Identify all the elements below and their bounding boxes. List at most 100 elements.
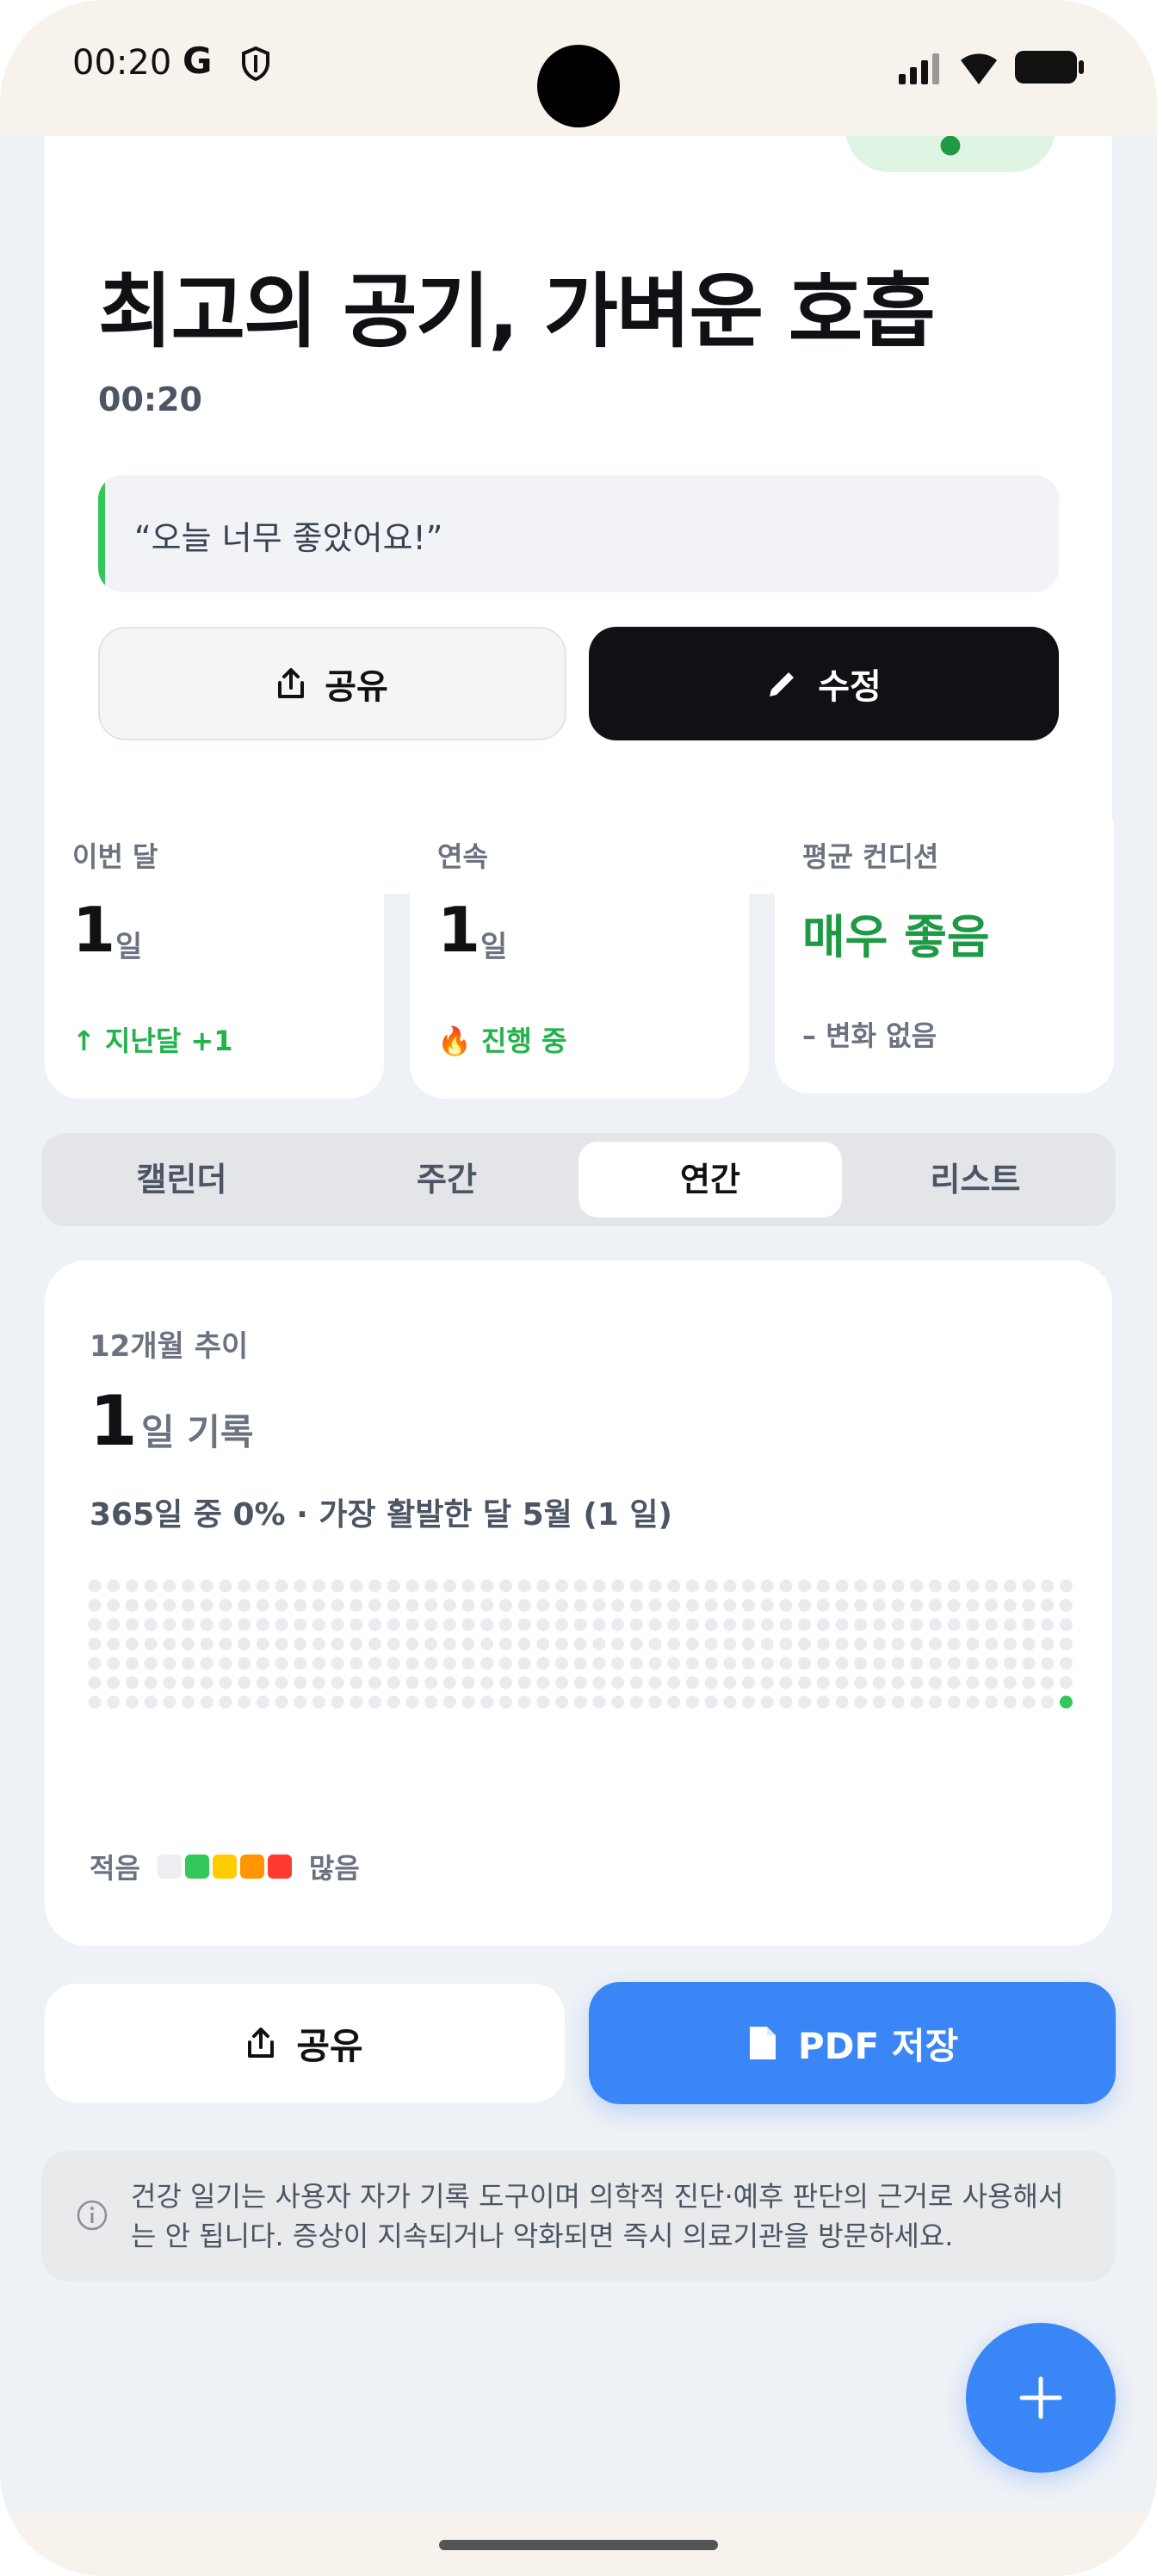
heatmap-day-cell (219, 1599, 232, 1612)
heatmap-day-cell (498, 1638, 512, 1650)
heatmap-day-cell (742, 1695, 755, 1709)
tab-list[interactable]: 리스트 (844, 1142, 1107, 1217)
heatmap-day-cell (331, 1579, 344, 1593)
add-entry-button[interactable] (966, 2323, 1116, 2473)
heatmap-day-cell (424, 1638, 438, 1650)
heatmap-day-cell (1003, 1618, 1017, 1632)
heatmap-day-cell (238, 1695, 251, 1709)
tab-yearly[interactable]: 연간 (578, 1142, 842, 1217)
save-pdf-button[interactable]: PDF 저장 (589, 1982, 1116, 2104)
heatmap-day-cell (387, 1618, 400, 1632)
heatmap-day-cell (947, 1656, 961, 1670)
heatmap-day-cell (611, 1638, 625, 1650)
heatmap-day-cell (947, 1638, 961, 1650)
heatmap-day-cell (331, 1656, 344, 1670)
heatmap-day-cell (760, 1638, 774, 1650)
heatmap-day-cell (219, 1695, 232, 1709)
heatmap-day-cell (592, 1618, 606, 1632)
heatmap-day-cell (704, 1618, 718, 1632)
heatmap-day-cell (573, 1676, 587, 1689)
heatmap-day-cell (387, 1695, 400, 1709)
stat-card-this-month: 이번 달 1 일 ↑ 지난달 +1 (45, 794, 384, 1099)
heatmap-day-cell (835, 1638, 849, 1650)
heatmap-day-cell (891, 1695, 905, 1709)
heatmap-day-cell (779, 1618, 793, 1632)
heatmap-day-cell (517, 1638, 531, 1650)
heatmap-day-cell (480, 1695, 494, 1709)
heatmap-day-cell (312, 1695, 325, 1709)
heatmap-day-cell (1003, 1579, 1017, 1593)
heatmap-day-cell (461, 1618, 475, 1632)
heatmap-day-cell (368, 1599, 381, 1612)
quote-text: “오늘 너무 좋았어요!” (134, 519, 443, 557)
heatmap-day-cell (1041, 1579, 1055, 1593)
heatmap-day-cell (742, 1599, 755, 1612)
heatmap-day-cell (350, 1579, 363, 1593)
home-indicator[interactable] (439, 2540, 718, 2550)
heatmap-day-cell (929, 1579, 942, 1593)
heatmap-day-cell (929, 1656, 942, 1670)
heatmap-day-cell (125, 1656, 139, 1670)
heatmap-day-cell (163, 1638, 176, 1650)
legend-swatch-4 (267, 1855, 292, 1879)
heatmap-day-cell (536, 1638, 550, 1650)
heatmap-day-cell (947, 1599, 961, 1612)
main-content[interactable]: ● 최고의 공기, 가벼운 호흡 00:20 “오늘 너무 좋았어요!” 공유 … (0, 136, 1157, 2514)
heatmap-day-cell (798, 1579, 812, 1593)
heatmap-day-cell (238, 1656, 251, 1670)
heatmap-day-cell (648, 1695, 662, 1709)
heatmap-day-cell (107, 1656, 121, 1670)
heatmap-day-cell (1022, 1638, 1036, 1650)
heatmap-day-cell (424, 1599, 438, 1612)
heatmap-day-cell (854, 1599, 868, 1612)
status-bar: 00:20 G (0, 0, 1157, 136)
heatmap-day-cell (238, 1579, 251, 1593)
heatmap-day-cell (275, 1599, 288, 1612)
heatmap-day-cell (88, 1638, 102, 1650)
heatmap-day-cell (648, 1599, 662, 1612)
heatmap-day-cell (910, 1676, 924, 1689)
heatmap-day-cell (200, 1656, 213, 1670)
heatmap-day-cell (872, 1656, 886, 1670)
heatmap-day-cell (405, 1618, 419, 1632)
heatmap-day-cell (592, 1695, 606, 1709)
heatmap-day-cell (910, 1656, 924, 1670)
heatmap-day-cell (256, 1695, 269, 1709)
heatmap-day-cell (144, 1656, 158, 1670)
legend-swatch-1 (184, 1855, 209, 1879)
heatmap-day-cell (350, 1656, 363, 1670)
tab-calendar[interactable]: 캘린더 (50, 1142, 313, 1217)
heatmap-day-cell (498, 1656, 512, 1670)
heatmap-day-cell (238, 1599, 251, 1612)
heatmap-day-cell (182, 1676, 195, 1689)
heatmap-day-cell (985, 1676, 999, 1689)
heatmap-day-cell (331, 1599, 344, 1612)
entry-card: ● 최고의 공기, 가벼운 호흡 00:20 “오늘 너무 좋았어요!” 공유 … (45, 136, 1112, 894)
tab-weekly[interactable]: 주간 (315, 1142, 578, 1217)
heatmap-day-cell (573, 1656, 587, 1670)
heatmap-day-cell (1003, 1599, 1017, 1612)
heatmap-day-cell (760, 1656, 774, 1670)
heatmap-day-cell (1041, 1618, 1055, 1632)
heatmap-day-cell (966, 1599, 980, 1612)
heatmap-day-cell (985, 1656, 999, 1670)
heatmap-day-cell (966, 1579, 980, 1593)
heatmap-day-cell (480, 1638, 494, 1650)
heatmap-day-cell (573, 1638, 587, 1650)
heatmap-day-cell (498, 1695, 512, 1709)
stat-trend: – 변화 없음 (802, 1019, 937, 1052)
heatmap-day-cell (312, 1676, 325, 1689)
edit-button[interactable]: 수정 (589, 627, 1059, 740)
heatmap-day-cell (1059, 1695, 1073, 1709)
stat-value: 1 (72, 894, 116, 966)
heatmap-day-cell (1041, 1599, 1055, 1612)
heatmap-day-cell (256, 1656, 269, 1670)
heatmap-day-cell (1059, 1638, 1073, 1650)
heatmap-day-cell (442, 1638, 456, 1650)
share-button[interactable]: 공유 (98, 627, 566, 740)
heatmap-day-cell (966, 1695, 980, 1709)
heatmap-day-cell (238, 1618, 251, 1632)
share-report-button[interactable]: 공유 (45, 1984, 565, 2102)
heatmap-day-cell (947, 1676, 961, 1689)
heatmap-day-cell (667, 1656, 681, 1670)
